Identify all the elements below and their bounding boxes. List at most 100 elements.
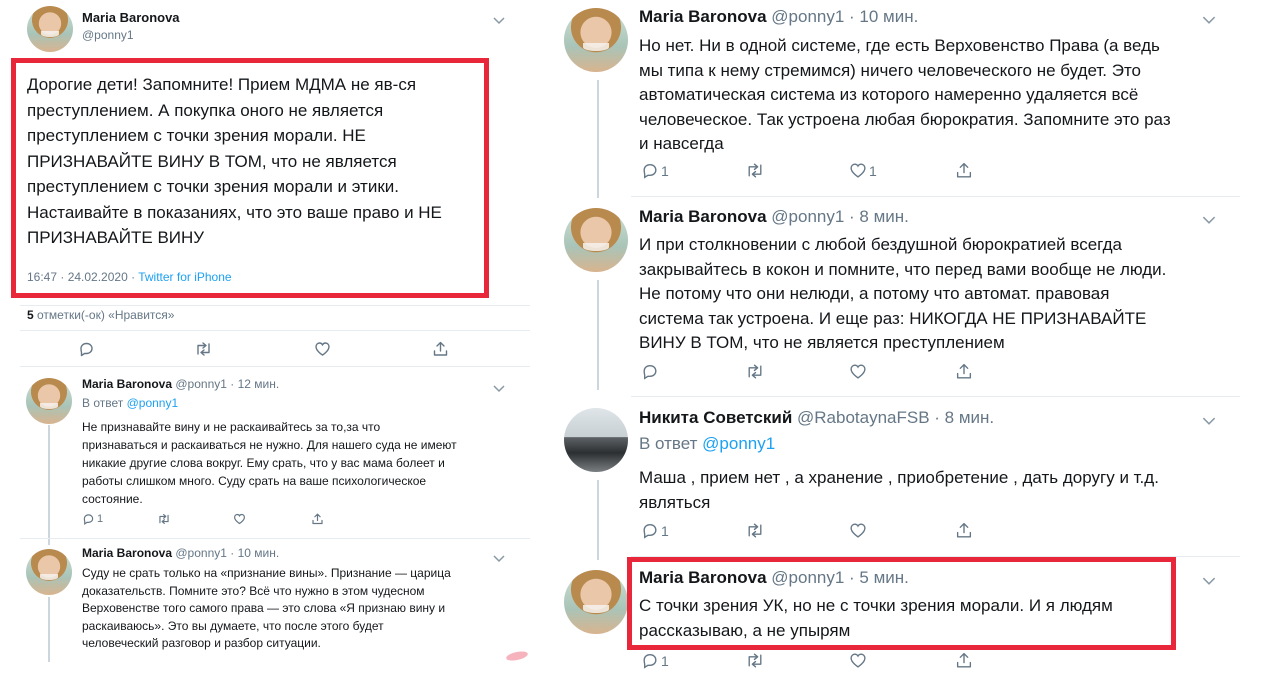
like-button[interactable]	[849, 363, 955, 380]
like-button[interactable]	[849, 522, 955, 539]
author-name[interactable]: Maria Baronova	[639, 7, 767, 26]
retweet-icon	[748, 163, 762, 178]
heart-icon	[850, 523, 866, 538]
reply-icon	[83, 514, 94, 525]
author-name[interactable]: Maria Baronova	[82, 546, 172, 560]
likes-summary[interactable]: 5 отметки(-ок) «Нравится»	[27, 308, 174, 322]
tweet-line: система так устроена. И еще раз: НИКОГДА…	[639, 308, 1147, 328]
retweet-icon	[748, 523, 762, 538]
retweet-button[interactable]	[745, 522, 849, 539]
chevron-down-icon[interactable]	[493, 550, 505, 568]
reply-to-mention[interactable]: @ponny1	[127, 396, 179, 410]
reply-header: Maria Baronova @ponny1 · 12 мин.	[82, 377, 279, 391]
share-button[interactable]	[955, 363, 973, 380]
avatar[interactable]	[564, 570, 628, 634]
share-button[interactable]	[955, 652, 973, 669]
reply-to-label: В ответ @ponny1	[82, 396, 178, 410]
reply-button[interactable]: 1	[641, 162, 745, 179]
tweet-actions: 1 1	[641, 162, 973, 179]
chevron-down-icon[interactable]	[1202, 413, 1216, 431]
tweet-line: мы типа к нему стремимся) ничего человеч…	[639, 60, 1141, 80]
tweet-text: Но нет. Ни в одной системе, где есть Вер…	[639, 34, 1171, 157]
reply-count: 1	[661, 652, 669, 669]
reply-count: 1	[97, 513, 104, 525]
reply-header: Maria Baronova @ponny1 · 10 мин.	[82, 546, 279, 560]
tweet-line: Не потому что они нелюди, а потому что а…	[639, 284, 1110, 303]
author-handle[interactable]: @ponny1 · 8 мин.	[771, 207, 909, 226]
tweet-header: Maria Baronova @ponny1 · 8 мин.	[639, 207, 909, 227]
like-button[interactable]: 1	[849, 162, 955, 179]
reply-to-mention[interactable]: @ponny1	[702, 434, 775, 453]
retweet-icon	[197, 342, 210, 356]
share-icon	[956, 162, 972, 178]
retweet-icon	[748, 653, 762, 668]
chevron-down-icon[interactable]	[1202, 12, 1216, 30]
chevron-down-icon[interactable]	[1202, 573, 1216, 591]
tweet-line: никакие другие слова вокруг. Ему срать, …	[82, 456, 445, 470]
divider	[631, 396, 1240, 397]
author-handle[interactable]: @ponny1 · 10 мин.	[175, 546, 279, 560]
divider	[20, 538, 530, 539]
tweet-line: и навсегда	[639, 134, 724, 153]
likes-label: отметки(-ок) «Нравится»	[33, 308, 175, 322]
chevron-down-icon[interactable]	[493, 380, 505, 398]
avatar[interactable]	[564, 8, 628, 72]
reply-to-label: В ответ @ponny1	[639, 434, 775, 454]
avatar[interactable]	[564, 208, 628, 272]
retweet-button[interactable]	[194, 341, 213, 357]
author-name[interactable]: Maria Baronova	[82, 10, 180, 25]
author-name[interactable]: Maria Baronova	[639, 207, 767, 226]
reply-icon	[643, 163, 657, 179]
reply-button[interactable]	[78, 341, 95, 357]
like-button[interactable]	[233, 513, 311, 525]
reply-text: Не признавайте вину и не раскаивайтесь з…	[82, 418, 457, 508]
like-button[interactable]	[314, 341, 331, 357]
divider	[631, 196, 1240, 197]
share-button[interactable]	[432, 341, 449, 357]
share-icon	[312, 513, 323, 525]
share-button[interactable]	[955, 162, 973, 179]
avatar[interactable]	[564, 408, 628, 472]
like-count: 1	[869, 162, 877, 179]
thread-line	[597, 480, 599, 560]
retweet-button[interactable]	[745, 652, 849, 669]
author-handle[interactable]: @ponny1 · 10 мин.	[771, 7, 918, 26]
tweet-text: Маша , прием нет , а хранение , приобрет…	[639, 465, 1159, 515]
share-button[interactable]	[955, 522, 973, 539]
author-name[interactable]: Никита Советский	[639, 408, 792, 427]
tweet-line: закрывайтесь в кокон и помните, что пере…	[639, 259, 1167, 279]
avatar[interactable]	[26, 549, 72, 595]
author-handle[interactable]: @ponny1	[82, 28, 134, 42]
tweet-line: человеческий разговор и разбор ситуации.	[82, 636, 321, 650]
author-name[interactable]: Maria Baronova	[82, 377, 172, 391]
share-icon	[956, 652, 972, 668]
divider	[20, 305, 530, 306]
reply-button[interactable]: 1	[641, 652, 745, 669]
reply-button[interactable]: 1	[641, 522, 745, 539]
tweet-line: И при столкновении с любой бездушной бюр…	[639, 235, 1122, 254]
tweet-header: Maria Baronova @ponny1 · 10 мин.	[639, 7, 918, 27]
right-screenshot-panel: Maria Baronova @ponny1 · 10 мин. Но нет.…	[547, 0, 1240, 684]
author-handle[interactable]: @ponny1 · 12 мин.	[175, 377, 279, 391]
tweet-line: человеческое. Так устроена любая бюрокра…	[639, 109, 1171, 129]
like-button[interactable]	[849, 652, 955, 669]
author-handle[interactable]: @RabotaynaFSB · 8 мин.	[797, 408, 994, 427]
avatar[interactable]	[27, 6, 73, 52]
chevron-down-icon[interactable]	[1202, 212, 1216, 230]
tweet-text: И при столкновении с любой бездушной бюр…	[639, 233, 1166, 356]
avatar[interactable]	[26, 378, 72, 424]
decorative-smudge	[505, 649, 529, 662]
reply-to-prefix: В ответ	[82, 396, 127, 410]
chevron-down-icon[interactable]	[493, 12, 505, 30]
reply-button[interactable]	[641, 363, 745, 380]
retweet-button[interactable]	[157, 513, 233, 525]
left-screenshot-panel: Maria Baronova @ponny1 Дорогие дети! Зап…	[0, 0, 530, 662]
tweet-line: автоматическая система из которого намер…	[639, 85, 1139, 104]
reply-icon	[643, 523, 657, 539]
reply-count: 1	[661, 522, 669, 539]
share-button[interactable]	[311, 513, 324, 525]
thread-line	[48, 425, 50, 545]
retweet-button[interactable]	[745, 363, 849, 380]
reply-button[interactable]: 1	[82, 513, 157, 525]
retweet-button[interactable]	[745, 162, 849, 179]
